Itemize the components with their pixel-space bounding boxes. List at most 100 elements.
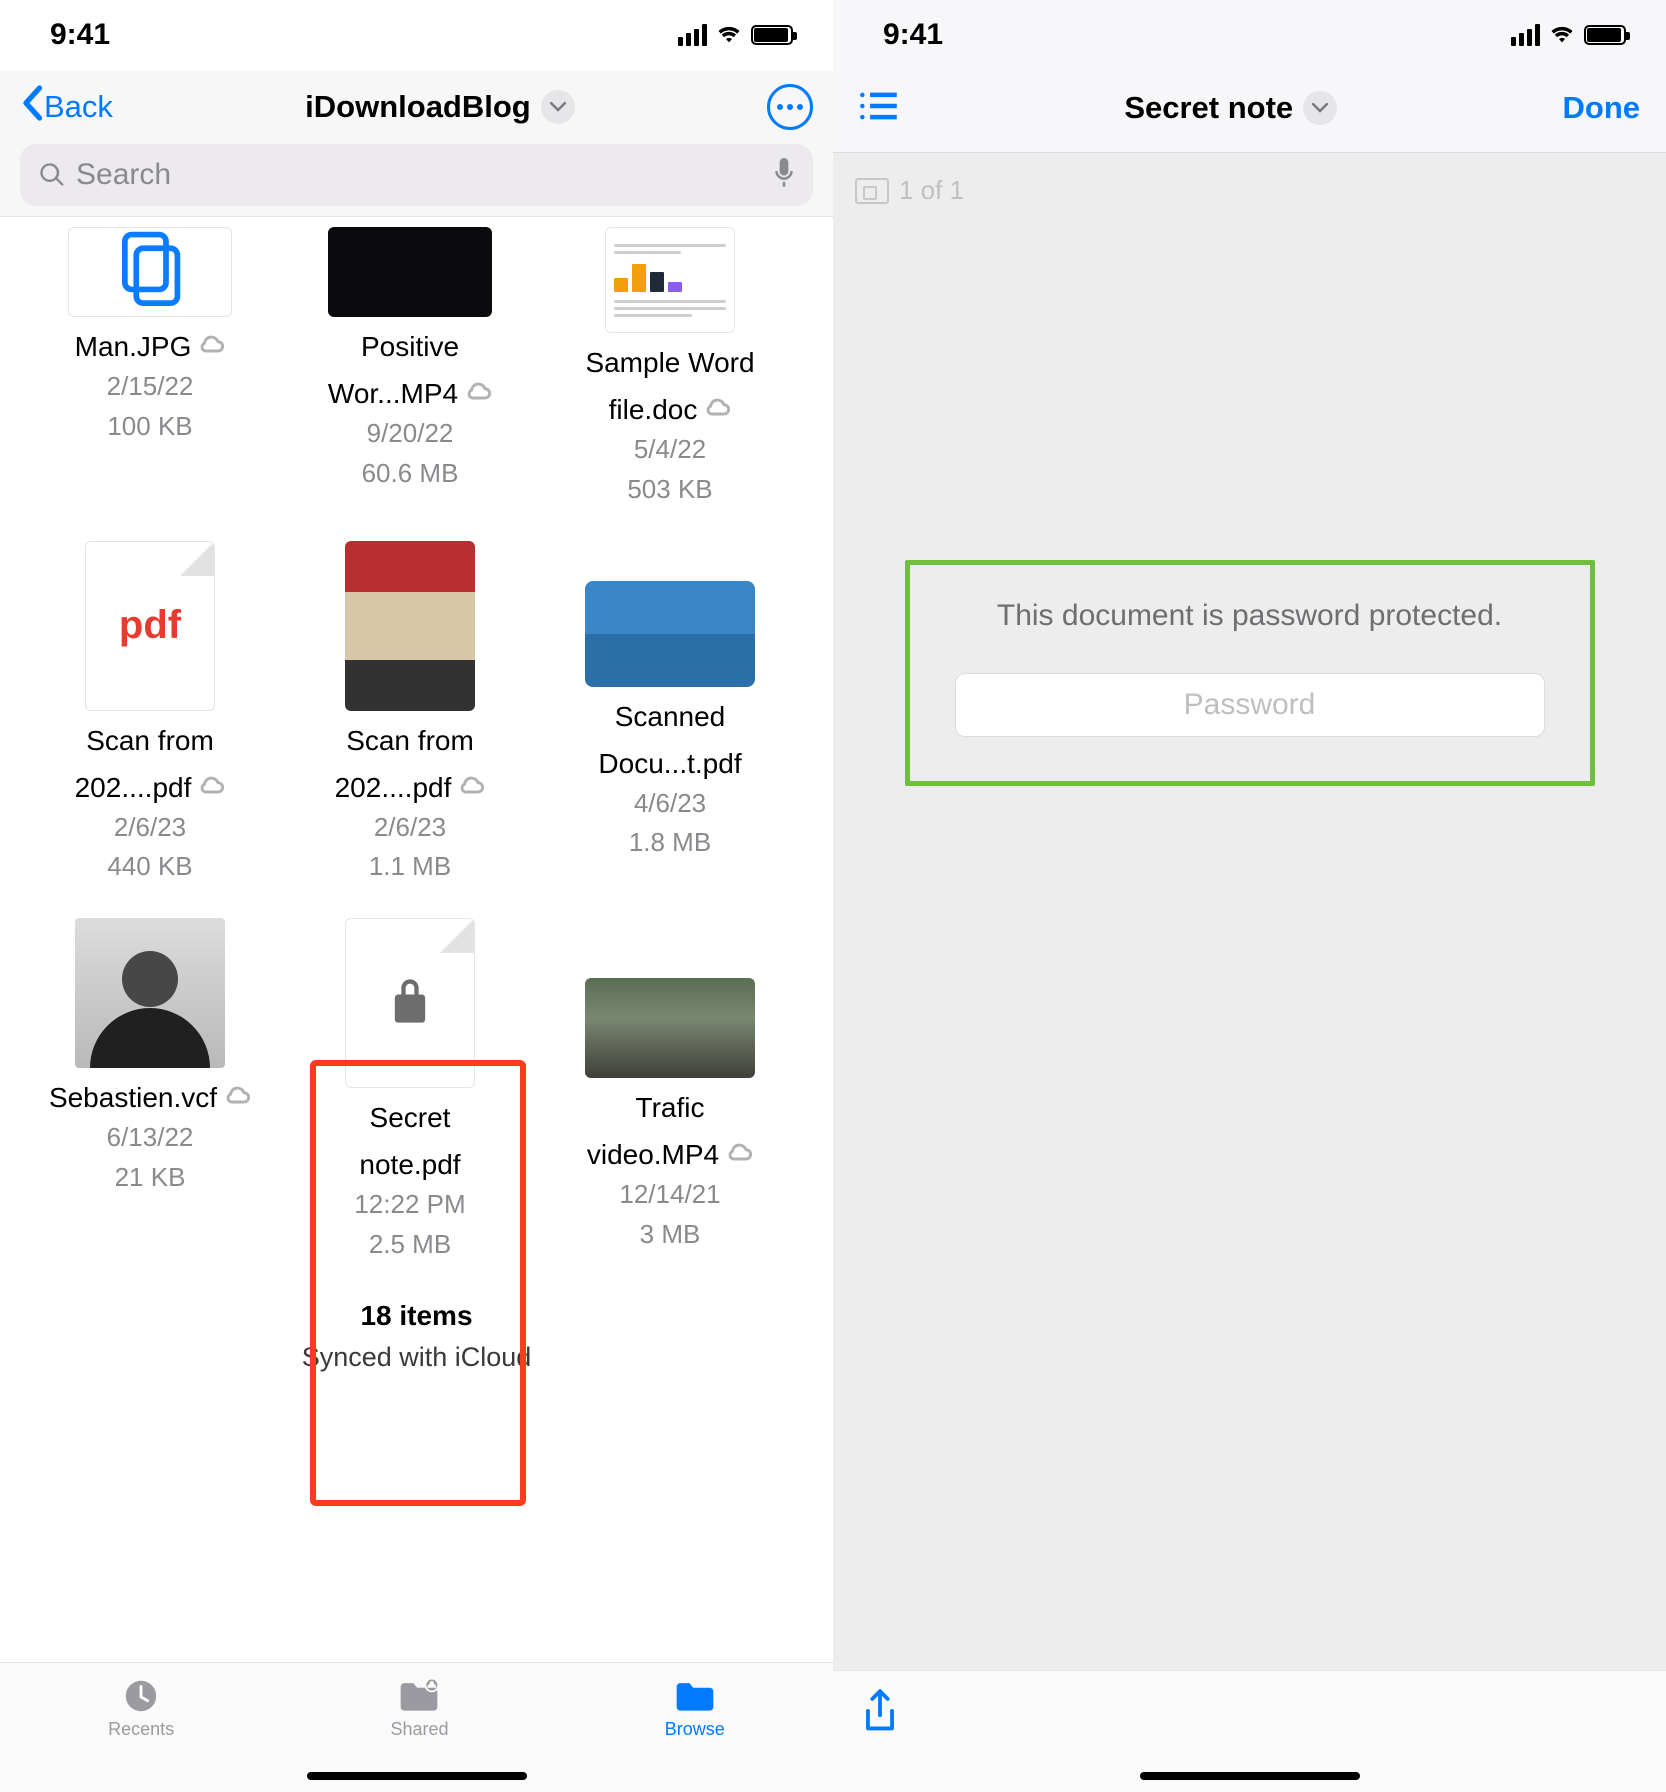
file-size: 503 KB bbox=[627, 473, 712, 507]
file-item[interactable]: Man.JPG 2/15/22 100 KB bbox=[20, 227, 280, 541]
item-count: 18 items bbox=[20, 1300, 813, 1332]
file-size: 3 MB bbox=[640, 1218, 701, 1252]
file-name: Positive bbox=[361, 329, 459, 364]
file-date: 2/6/23 bbox=[114, 811, 186, 845]
file-item[interactable]: Sample Word file.doc 5/4/22 503 KB bbox=[540, 227, 800, 541]
folder-footer: 18 items Synced with iCloud bbox=[20, 1300, 813, 1373]
password-placeholder: Password bbox=[1184, 688, 1316, 722]
file-name: Secret bbox=[370, 1100, 451, 1135]
ellipsis-icon bbox=[777, 104, 803, 110]
back-button[interactable]: Back bbox=[20, 85, 113, 129]
file-item[interactable]: Secret note.pdf 12:22 PM 2.5 MB bbox=[280, 918, 540, 1296]
chevron-down-icon bbox=[1312, 103, 1328, 113]
file-item[interactable]: Scan from 202....pdf 2/6/23 1.1 MB bbox=[280, 541, 540, 919]
more-options-button[interactable] bbox=[767, 84, 813, 130]
file-thumbnail bbox=[585, 978, 755, 1078]
file-name: Sebastien.vcf bbox=[49, 1080, 217, 1115]
file-size: 1.8 MB bbox=[629, 826, 711, 860]
file-date: 4/6/23 bbox=[634, 787, 706, 821]
tab-label: Recents bbox=[108, 1719, 174, 1740]
title-dropdown-button[interactable] bbox=[1303, 91, 1337, 125]
tab-recents[interactable]: Recents bbox=[108, 1677, 174, 1740]
file-size: 60.6 MB bbox=[362, 457, 459, 491]
search-placeholder: Search bbox=[76, 158, 763, 192]
file-name: note.pdf bbox=[359, 1147, 460, 1182]
lock-icon bbox=[388, 975, 432, 1032]
password-field[interactable]: Password bbox=[955, 673, 1545, 737]
files-grid[interactable]: Man.JPG 2/15/22 100 KB Positive Wor...MP… bbox=[0, 217, 833, 1373]
home-indicator[interactable] bbox=[307, 1772, 527, 1780]
status-icons bbox=[1511, 22, 1626, 49]
status-bar: 9:41 bbox=[0, 0, 833, 70]
cloud-icon bbox=[725, 1142, 753, 1167]
wifi-icon bbox=[715, 22, 743, 49]
cloud-icon bbox=[223, 1085, 251, 1110]
back-label: Back bbox=[44, 89, 113, 125]
done-button[interactable]: Done bbox=[1563, 90, 1641, 126]
cellular-icon bbox=[1511, 24, 1540, 46]
wifi-icon bbox=[1548, 22, 1576, 49]
file-size: 21 KB bbox=[115, 1161, 186, 1195]
folder-icon bbox=[673, 1677, 717, 1715]
page-count-text: 1 of 1 bbox=[899, 175, 964, 206]
pdf-label: pdf bbox=[119, 603, 181, 648]
page-box-icon bbox=[855, 178, 889, 204]
file-name: Trafic bbox=[636, 1090, 705, 1125]
file-date: 2/15/22 bbox=[107, 370, 194, 404]
file-name: Man.JPG bbox=[75, 329, 192, 364]
file-size: 440 KB bbox=[107, 850, 192, 884]
file-date: 6/13/22 bbox=[107, 1121, 194, 1155]
file-size: 2.5 MB bbox=[369, 1228, 451, 1262]
tab-label: Browse bbox=[665, 1719, 725, 1740]
tab-shared[interactable]: Shared bbox=[390, 1677, 448, 1740]
shared-folder-icon bbox=[397, 1677, 441, 1715]
file-date: 9/20/22 bbox=[367, 417, 454, 451]
tab-label: Shared bbox=[390, 1719, 448, 1740]
file-name: video.MP4 bbox=[587, 1137, 719, 1172]
file-date: 2/6/23 bbox=[374, 811, 446, 845]
file-thumbnail bbox=[345, 918, 475, 1088]
cloud-icon bbox=[464, 381, 492, 406]
cellular-icon bbox=[678, 24, 707, 46]
search-field[interactable]: Search bbox=[20, 144, 813, 206]
document-title: Secret note bbox=[1124, 90, 1293, 126]
file-thumbnail bbox=[328, 227, 492, 317]
file-item[interactable]: Scanned Docu...t.pdf 4/6/23 1.8 MB bbox=[540, 541, 800, 919]
file-item[interactable]: Trafic video.MP4 12/14/21 3 MB bbox=[540, 918, 800, 1296]
file-item[interactable]: Positive Wor...MP4 9/20/22 60.6 MB bbox=[280, 227, 540, 541]
file-thumbnail bbox=[345, 541, 475, 711]
file-name: 202....pdf bbox=[75, 770, 192, 805]
file-name: 202....pdf bbox=[335, 770, 452, 805]
folder-title: iDownloadBlog bbox=[305, 89, 531, 125]
status-bar: 9:41 bbox=[833, 0, 1666, 70]
file-thumbnail bbox=[585, 581, 755, 687]
file-date: 5/4/22 bbox=[634, 433, 706, 467]
home-indicator[interactable] bbox=[1140, 1772, 1360, 1780]
title-dropdown-button[interactable] bbox=[541, 90, 575, 124]
share-icon bbox=[861, 1689, 899, 1735]
list-view-button[interactable] bbox=[859, 90, 899, 127]
file-thumbnail: pdf bbox=[85, 541, 215, 711]
cloud-icon bbox=[457, 775, 485, 800]
file-item[interactable]: pdf Scan from 202....pdf 2/6/23 440 KB bbox=[20, 541, 280, 919]
file-thumbnail bbox=[68, 227, 232, 317]
file-thumbnail bbox=[605, 227, 735, 333]
status-icons bbox=[678, 22, 793, 49]
dictate-button[interactable] bbox=[773, 158, 795, 193]
pages-icon bbox=[115, 230, 185, 315]
status-time: 9:41 bbox=[50, 18, 110, 52]
status-time: 9:41 bbox=[883, 18, 943, 52]
clock-icon bbox=[119, 1677, 163, 1715]
tab-browse[interactable]: Browse bbox=[665, 1677, 725, 1740]
search-icon bbox=[38, 161, 66, 189]
password-panel: This document is password protected. Pas… bbox=[905, 560, 1595, 786]
file-item[interactable]: Sebastien.vcf 6/13/22 21 KB bbox=[20, 918, 280, 1296]
document-viewer-screen: 9:41 Secret note Done 1 of 1 bbox=[833, 0, 1666, 1792]
file-name: Scanned bbox=[615, 699, 726, 734]
file-name: file.doc bbox=[609, 392, 698, 427]
files-app-screen: 9:41 Back iDownloadBlog bbox=[0, 0, 833, 1792]
file-size: 100 KB bbox=[107, 410, 192, 444]
file-name: Sample Word bbox=[585, 345, 754, 380]
chevron-down-icon bbox=[550, 102, 566, 112]
share-button[interactable] bbox=[861, 1689, 899, 1740]
